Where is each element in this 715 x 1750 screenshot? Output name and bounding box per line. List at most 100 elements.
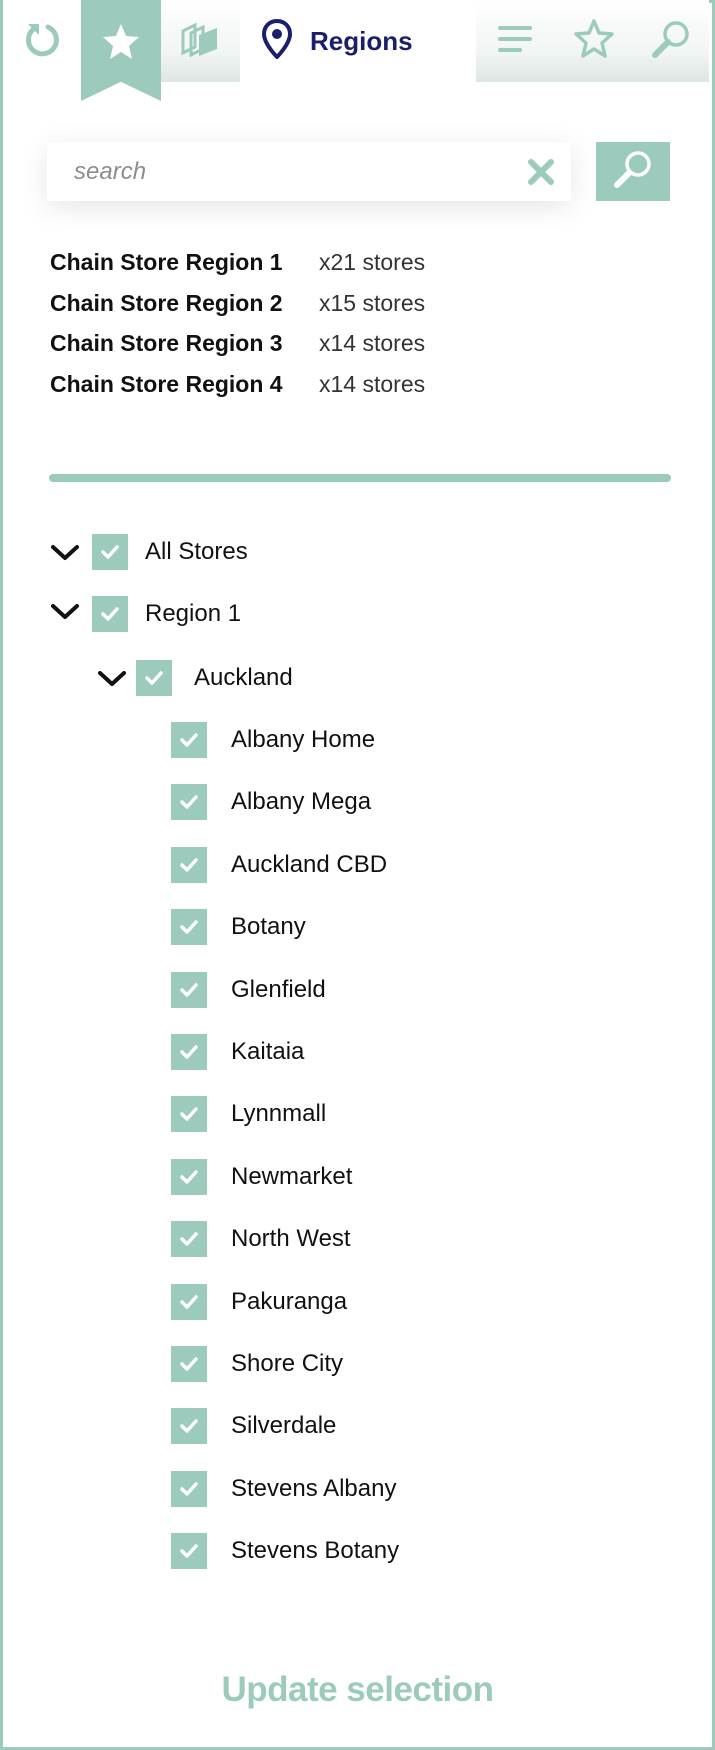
checkbox-store[interactable] [171,1283,207,1320]
search-tab[interactable] [632,0,709,82]
checkbox-store[interactable] [171,846,207,883]
tree-label: Auckland [194,664,293,691]
tree-label: Kaitaia [231,1038,305,1065]
checkbox-store[interactable] [171,1221,207,1258]
clear-search-icon[interactable] [527,158,555,186]
tree-label: Albany Mega [231,788,372,816]
magnifier-icon [650,18,692,65]
chevron-down-icon[interactable] [50,602,80,622]
tree-node-store: North West [0,1221,715,1258]
checkbox-store[interactable] [171,784,207,821]
star-filled-icon [103,24,139,59]
summary-store-count: x15 stores [319,289,426,316]
summary-region-name: Chain Store Region 4 [50,370,283,397]
starred-tab[interactable] [556,0,632,82]
star-outline-icon [573,18,615,65]
check-icon [180,1357,198,1371]
tree-label: North West [231,1225,351,1253]
tree-node-store: Kaitaia [0,1034,715,1070]
check-icon [180,920,198,934]
check-icon [145,671,163,685]
checkbox-store[interactable] [171,1096,207,1133]
summary-region-name: Chain Store Region 1 [50,249,283,275]
chevron-down-icon[interactable] [50,543,80,563]
summary-store-count: x14 stores [319,370,426,397]
tree-node-all-stores: All Stores [0,534,715,570]
magnifier-icon [611,147,655,196]
tree-node-store: Stevens Botany [0,1533,715,1570]
regions-tab-label: Regions [310,25,413,56]
checkbox-store[interactable] [171,1346,207,1382]
check-icon [101,607,119,621]
summary-region-name: Chain Store Region 2 [50,289,283,316]
check-icon [180,1170,198,1184]
checkbox-all-stores[interactable] [92,534,128,570]
checkbox-store[interactable] [171,1408,207,1445]
checkbox-store[interactable] [171,971,207,1008]
tree-label: All Stores [145,538,248,565]
favourites-tab[interactable] [81,0,161,101]
tree-label: Shore City [231,1350,344,1377]
tree-label: Botany [231,913,306,941]
summary-store-count: x21 stores [319,249,426,275]
check-icon [180,858,198,872]
search-input[interactable] [47,142,507,201]
tree-label: Glenfield [231,975,326,1003]
tree-node-store: Lynnmall [0,1096,715,1133]
list-icon [498,24,534,59]
check-icon [180,733,198,747]
tree-label: Region 1 [145,600,242,627]
tree-label: Silverdale [231,1412,337,1440]
check-icon [101,545,119,559]
tree-node-store: Stevens Albany [0,1470,715,1507]
search-box [47,142,571,201]
check-icon [180,1482,198,1496]
tree-label: Albany Home [231,726,376,753]
checkbox-store[interactable] [171,1533,207,1570]
checkbox-area[interactable] [136,660,172,696]
tree-node-area: Auckland [0,660,715,696]
checkbox-store[interactable] [171,1470,207,1507]
tree-node-region: Region 1 [0,596,715,632]
search-button[interactable] [596,142,670,201]
tree-label: Lynnmall [231,1100,327,1128]
tree-node-store: Silverdale [0,1408,715,1445]
tree-node-store: Glenfield [0,971,715,1008]
check-icon [180,1294,198,1309]
tree-label: Stevens Botany [231,1537,400,1565]
list-tab[interactable] [476,0,556,82]
refresh-icon [22,19,62,64]
checkbox-store[interactable] [171,1158,207,1195]
update-selection-button[interactable]: Update selection [0,1670,715,1710]
reset-tab[interactable] [3,0,81,82]
checkbox-region[interactable] [92,596,128,632]
check-icon [180,795,198,810]
check-icon [180,1419,198,1434]
tree-node-store: Auckland CBD [0,846,715,883]
check-icon [180,1045,198,1059]
check-icon [180,1544,198,1558]
tree-node-store: Pakuranga [0,1283,715,1320]
tab-bar: Regions [0,0,709,101]
checkbox-store[interactable] [171,909,207,946]
checkbox-store[interactable] [171,722,207,758]
map-pin-icon [261,18,293,64]
chevron-down-icon[interactable] [97,669,127,689]
layers-icon [179,19,223,64]
tree-label: Stevens Albany [231,1474,397,1502]
summary-region-name: Chain Store Region 3 [50,330,283,356]
check-icon [180,982,198,997]
tree-label: Newmarket [231,1162,353,1190]
regions-tab[interactable]: Regions [240,0,476,82]
layers-tab[interactable] [161,0,240,82]
checkbox-store[interactable] [171,1034,207,1070]
tree-node-store: Botany [0,909,715,946]
tree-node-store: Albany Mega [0,784,715,821]
summary-store-count: x14 stores [319,330,426,356]
tree-label: Auckland CBD [231,850,388,878]
tree-node-store: Albany Home [0,722,715,758]
section-divider [49,474,671,482]
tree-node-store: Newmarket [0,1158,715,1195]
tree-node-store: Shore City [0,1346,715,1382]
tree-label: Pakuranga [231,1287,348,1315]
